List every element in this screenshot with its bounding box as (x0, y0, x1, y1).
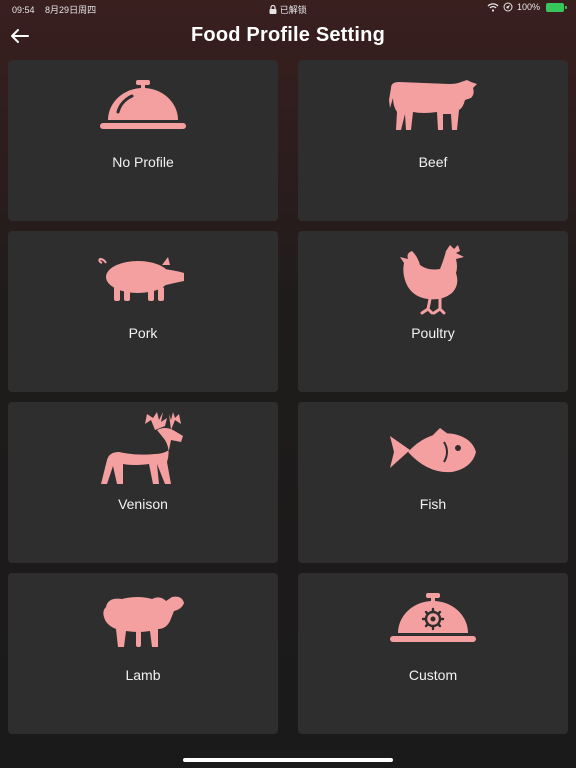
cow-icon (389, 80, 477, 130)
battery-percent: 100% (516, 2, 540, 12)
profile-card-beef[interactable]: Beef (298, 60, 568, 221)
home-indicator[interactable] (183, 758, 393, 762)
profile-label: Lamb (125, 667, 161, 683)
cloche-gear-icon (390, 593, 476, 642)
sheep-icon (103, 596, 184, 647)
profile-card-fish[interactable]: Fish (298, 402, 568, 563)
profile-card-poultry[interactable]: Poultry (298, 231, 568, 392)
fish-icon (390, 428, 476, 473)
profile-card-lamb[interactable]: Lamb (8, 573, 278, 734)
lock-icon (269, 4, 277, 14)
header: Food Profile Setting (0, 18, 576, 54)
location-icon (503, 2, 513, 12)
status-bar: 09:54 8月29日周四 已解锁 100% (0, 0, 576, 16)
profile-card-custom[interactable]: Custom (298, 573, 568, 734)
cloche-icon (100, 80, 186, 129)
profile-grid: No Profile Beef Pork Poultry Venison Fis… (8, 60, 568, 734)
profile-card-pork[interactable]: Pork (8, 231, 278, 392)
deer-icon (101, 412, 183, 484)
profile-label: Poultry (411, 325, 455, 341)
profile-card-no-profile[interactable]: No Profile (8, 60, 278, 221)
profile-label: Venison (118, 496, 168, 512)
profile-label: Custom (408, 667, 458, 683)
wifi-icon (487, 2, 499, 12)
status-right: 100% (487, 2, 567, 12)
pig-icon (98, 257, 184, 301)
page-title: Food Profile Setting (191, 24, 385, 46)
battery-icon (546, 2, 567, 12)
profile-label: Fish (419, 496, 447, 512)
chicken-icon (400, 245, 464, 315)
status-lock-text: 已解锁 (279, 5, 307, 15)
profile-label: No Profile (112, 154, 174, 170)
profile-label: Pork (128, 325, 158, 341)
profile-label: Beef (418, 154, 448, 170)
profile-card-venison[interactable]: Venison (8, 402, 278, 563)
